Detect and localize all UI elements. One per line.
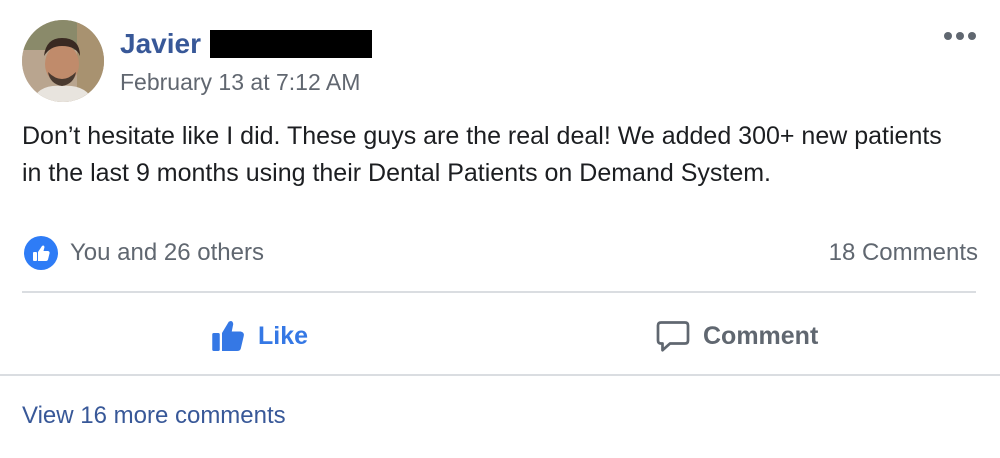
post-timestamp[interactable]: February 13 at 7:12 AM (120, 68, 360, 96)
comments-count[interactable]: 18 Comments (829, 238, 978, 268)
post-header: Javier February 13 at 7:12 AM (22, 20, 978, 104)
name-redaction-bar (210, 30, 372, 58)
like-reaction-badge[interactable] (24, 236, 58, 270)
speech-bubble-icon (656, 321, 690, 352)
divider (22, 291, 976, 293)
post-actions: Like Comment (0, 294, 1000, 374)
comment-button[interactable]: Comment (655, 316, 818, 356)
avatar-photo (22, 20, 104, 102)
view-more-comments-link[interactable]: View 16 more comments (22, 400, 286, 432)
comment-button-label: Comment (703, 321, 819, 350)
author-name[interactable]: Javier (120, 28, 201, 60)
like-button-label: Like (258, 321, 309, 350)
avatar[interactable] (22, 20, 104, 102)
reactions-row: You and 26 others 18 Comments (22, 234, 978, 272)
like-button[interactable]: Like (210, 316, 308, 356)
post-text: Don’t hesitate like I did. These guys ar… (22, 122, 942, 187)
more-options-button[interactable] (942, 26, 978, 46)
reactions-summary[interactable]: You and 26 others (70, 238, 264, 268)
more-dots-icon (944, 32, 976, 40)
thumbs-up-icon (33, 245, 50, 261)
divider (0, 374, 1000, 376)
thumbs-up-icon (212, 321, 244, 351)
